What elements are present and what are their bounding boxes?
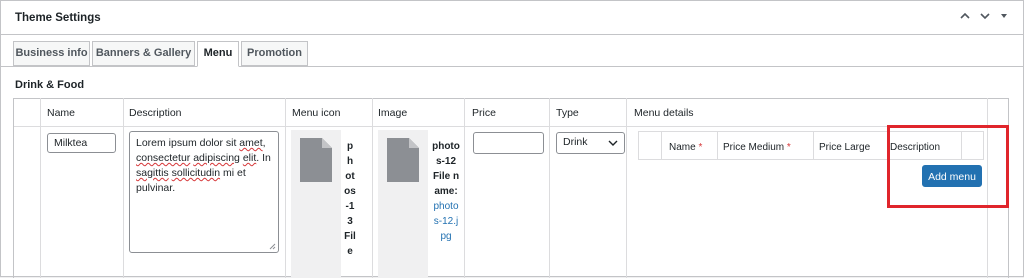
menu-details-header-price-medium: Price Medium * <box>723 142 791 153</box>
column-header-price: Price <box>472 107 496 119</box>
description-textarea[interactable]: Lorem ipsum dolor sit amet, consectetur … <box>129 131 279 253</box>
column-header-description: Description <box>129 107 182 119</box>
chevron-up-icon[interactable] <box>956 9 974 27</box>
image-thumbnail[interactable] <box>378 130 428 278</box>
description-text: consectetur <box>136 152 191 164</box>
description-text: adipiscing <box>193 152 240 164</box>
theme-settings-panel: Theme Settings Business info Banners & G… <box>0 0 1024 278</box>
panel-header: Theme Settings <box>1 1 1023 35</box>
type-select[interactable]: Drink <box>556 132 625 154</box>
image-file-link[interactable]: photos-12.jpg <box>433 201 458 242</box>
description-text: sagittis <box>136 167 169 179</box>
menu-details-header-name: Name * <box>669 142 702 153</box>
menu-details-header-name-text: Name <box>669 142 696 153</box>
description-text: sollicitudin <box>171 167 221 179</box>
description-text: . In <box>256 152 271 164</box>
highlight-box <box>887 125 1009 208</box>
menu-details-header-price-medium-text: Price Medium <box>723 142 785 153</box>
column-header-name: Name <box>47 107 76 119</box>
image-filename: photos-12 File name: photos-12.jpg <box>432 139 460 244</box>
description-text: Lorem ipsum dolor sit <box>136 137 237 149</box>
image-filename-text: photos-12 File name: <box>432 141 460 197</box>
required-mark: * <box>786 142 791 153</box>
column-header-image: Image <box>378 107 408 119</box>
column-header-menu-icon: Menu icon <box>292 107 341 119</box>
tab-divider <box>1 66 1023 67</box>
menu-table: Name Description Menu icon Image Price T… <box>13 98 1009 278</box>
name-input[interactable]: Milktea <box>47 133 116 153</box>
file-icon <box>387 138 419 182</box>
section-title: Drink & Food <box>15 79 85 91</box>
menu-icon-thumbnail[interactable] <box>291 130 341 278</box>
panel-title: Theme Settings <box>15 12 101 24</box>
chevron-down-icon[interactable] <box>976 9 994 27</box>
column-header-type: Type <box>556 107 579 119</box>
file-icon <box>300 138 332 182</box>
menu-details-header-price-large: Price Large <box>819 142 871 153</box>
price-input[interactable] <box>473 132 544 154</box>
required-mark: * <box>698 142 703 153</box>
caret-down-icon[interactable] <box>995 9 1013 27</box>
chevron-down-icon <box>608 140 618 146</box>
menu-icon-filename: photos-13 File <box>344 141 356 257</box>
type-select-value: Drink <box>563 136 588 148</box>
tab-menu[interactable]: Menu <box>197 41 239 67</box>
description-text: elit <box>242 152 257 164</box>
description-text: amet <box>239 137 263 149</box>
description-text: mi et <box>222 167 246 179</box>
description-text: pulvinar. <box>136 182 176 194</box>
column-header-menu-details: Menu details <box>634 107 694 119</box>
tab-promotion[interactable]: Promotion <box>241 41 308 66</box>
tab-banners-gallery[interactable]: Banners & Gallery <box>92 41 195 66</box>
resize-handle-icon[interactable] <box>269 243 276 250</box>
description-text: , <box>262 137 266 149</box>
tab-business-info[interactable]: Business info <box>13 41 90 66</box>
